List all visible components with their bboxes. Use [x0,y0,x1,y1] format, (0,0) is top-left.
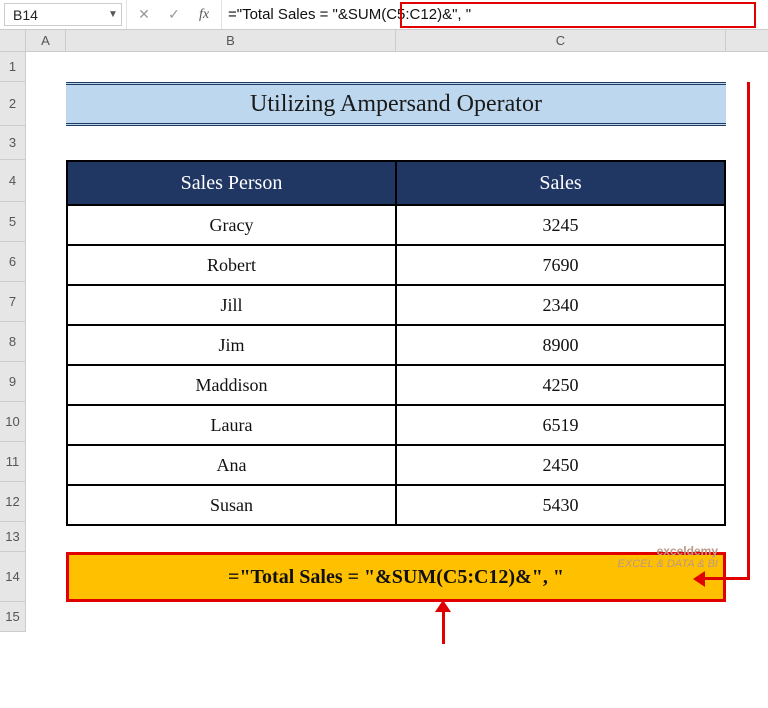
fx-icon[interactable]: fx [193,4,215,26]
chevron-down-icon[interactable]: ▼ [105,9,121,20]
col-header-B[interactable]: B [66,30,396,51]
row-header-14[interactable]: 14 [0,552,26,602]
cancel-icon[interactable]: ✕ [133,4,155,26]
col-header-A[interactable]: A [26,30,66,51]
cell-person[interactable]: Jim [68,324,397,364]
row-header-9[interactable]: 9 [0,362,26,402]
cell-person[interactable]: Maddison [68,364,397,404]
cell-sales[interactable]: 6519 [397,404,724,444]
data-table: Sales Person Sales Gracy 3245 Robert 769… [66,160,726,526]
name-box-wrap[interactable]: B14 ▼ [4,3,122,26]
table-row: Maddison 4250 [68,364,724,404]
row-header-7[interactable]: 7 [0,282,26,322]
cell-person[interactable]: Jill [68,284,397,324]
row-header-15[interactable]: 15 [0,602,26,632]
row-header-3[interactable]: 3 [0,126,26,160]
row-header-11[interactable]: 11 [0,442,26,482]
cell-person[interactable]: Laura [68,404,397,444]
select-all-corner[interactable] [0,30,26,51]
watermark-tag: EXCEL & DATA & BI [618,558,718,570]
callout-arrow-up-line [442,608,445,644]
table-header-row: Sales Person Sales [68,162,724,204]
col-header-C[interactable]: C [396,30,726,51]
row-header-1[interactable]: 1 [0,52,26,82]
watermark: exceldemy EXCEL & DATA & BI [618,545,718,570]
cell-sales[interactable]: 5430 [397,484,724,524]
name-box[interactable]: B14 [5,7,105,23]
table-row: Robert 7690 [68,244,724,284]
cell-person[interactable]: Ana [68,444,397,484]
cell-sales[interactable]: 2340 [397,284,724,324]
sheet-title[interactable]: Utilizing Ampersand Operator [66,82,726,126]
cells-area[interactable]: Utilizing Ampersand Operator Sales Perso… [26,52,768,632]
arrow-left-icon [693,571,705,587]
table-row: Jim 8900 [68,324,724,364]
table-row: Ana 2450 [68,444,724,484]
formula-bar-buttons: ✕ ✓ fx [126,0,221,29]
confirm-icon[interactable]: ✓ [163,4,185,26]
callout-line-vertical [747,82,750,580]
table-row: Jill 2340 [68,284,724,324]
row-header-12[interactable]: 12 [0,482,26,522]
cell-person[interactable]: Susan [68,484,397,524]
formula-input[interactable]: ="Total Sales = "&SUM(C5:C12)&", " [221,0,768,29]
cell-sales[interactable]: 8900 [397,324,724,364]
header-sales-person[interactable]: Sales Person [68,162,397,204]
row-header-5[interactable]: 5 [0,202,26,242]
cell-sales[interactable]: 4250 [397,364,724,404]
cell-person[interactable]: Gracy [68,204,397,244]
column-headers: A B C [0,30,768,52]
formula-bar: B14 ▼ ✕ ✓ fx ="Total Sales = "&SUM(C5:C1… [0,0,768,30]
row-header-10[interactable]: 10 [0,402,26,442]
row-header-2[interactable]: 2 [0,82,26,126]
row-headers: 1 2 3 4 5 6 7 8 9 10 11 12 13 14 15 [0,52,26,632]
cell-sales[interactable]: 2450 [397,444,724,484]
cell-sales[interactable]: 7690 [397,244,724,284]
header-sales[interactable]: Sales [397,162,724,204]
spreadsheet-grid: A B C 1 2 3 4 5 6 7 8 9 10 11 12 13 14 1… [0,30,768,632]
watermark-brand: exceldemy [618,545,718,558]
row-header-4[interactable]: 4 [0,160,26,202]
table-row: Susan 5430 [68,484,724,524]
row-header-13[interactable]: 13 [0,522,26,552]
callout-line-horizontal [700,577,750,580]
arrow-up-icon [435,600,451,612]
row-header-8[interactable]: 8 [0,322,26,362]
cell-person[interactable]: Robert [68,244,397,284]
cell-sales[interactable]: 3245 [397,204,724,244]
table-row: Laura 6519 [68,404,724,444]
table-row: Gracy 3245 [68,204,724,244]
row-header-6[interactable]: 6 [0,242,26,282]
